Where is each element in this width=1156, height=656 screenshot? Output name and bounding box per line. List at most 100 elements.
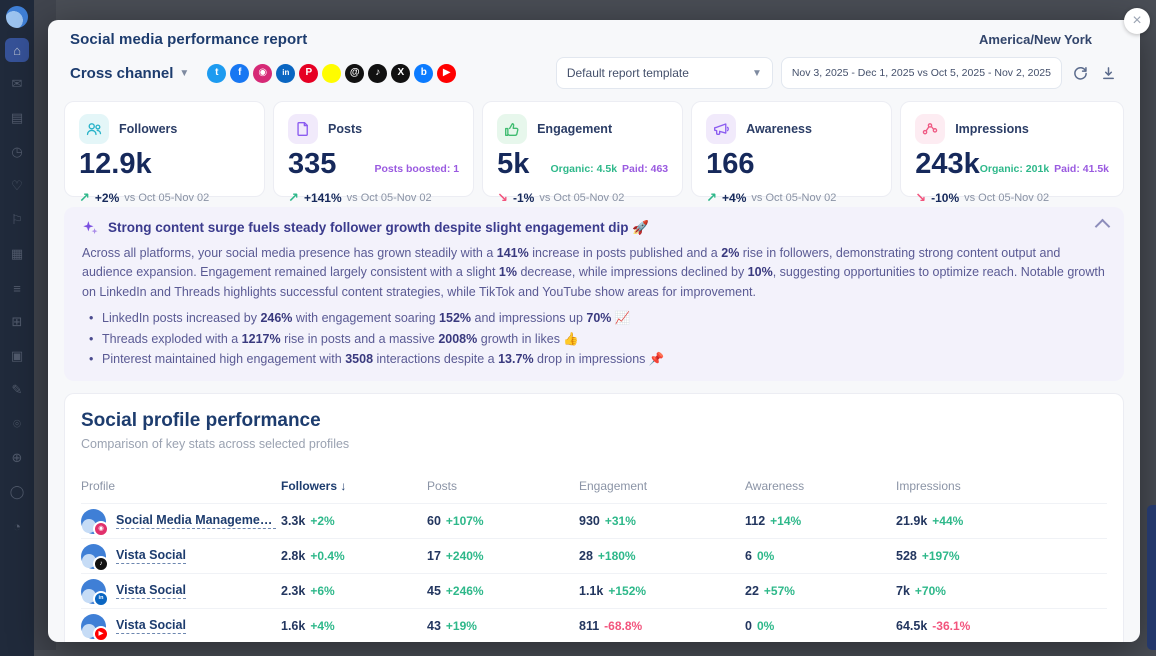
- refresh-icon[interactable]: [1070, 63, 1090, 83]
- column-header-awareness[interactable]: Awareness: [745, 479, 896, 493]
- column-header-posts[interactable]: Posts: [427, 479, 579, 493]
- sparkle-icon: [82, 219, 99, 236]
- sidebar-home-icon[interactable]: ⌂: [5, 38, 29, 62]
- table-row: ♪ Vista Social 2.8k+0.4% 17+240% 28+180%…: [81, 538, 1107, 573]
- sidebar-icon[interactable]: ⚐: [5, 208, 29, 232]
- metric-label: Impressions: [955, 122, 1029, 136]
- sidebar-icon[interactable]: ▦: [5, 242, 29, 266]
- app-logo: [6, 6, 28, 28]
- impressions-cell: 528+197%: [896, 549, 1107, 563]
- chevron-down-icon: ▼: [179, 68, 189, 79]
- youtube-badge-icon: ▶: [93, 626, 109, 642]
- close-icon[interactable]: ×: [1124, 8, 1150, 34]
- column-header-engagement[interactable]: Engagement: [579, 479, 745, 493]
- x-icon[interactable]: X: [391, 64, 410, 83]
- trend-arrow-icon: ↗: [706, 190, 717, 206]
- twitter-icon[interactable]: t: [207, 64, 226, 83]
- followers-cell: 3.3k+2%: [281, 514, 427, 528]
- organic-value: Organic: 201k: [980, 163, 1049, 175]
- metric-delta: +2%: [95, 191, 119, 205]
- pinterest-icon[interactable]: P: [299, 64, 318, 83]
- profile-avatar: ◉: [81, 509, 106, 534]
- ai-bullet: LinkedIn posts increased by 246% with en…: [102, 309, 1106, 328]
- metric-value: 243k: [915, 150, 980, 179]
- engagement-cell: 28+180%: [579, 549, 745, 563]
- compare-period: vs Oct 05-Nov 02: [964, 192, 1049, 204]
- engagement-icon: [497, 114, 527, 144]
- ai-bullet: Threads exploded with a 1217% rise in po…: [102, 330, 1106, 349]
- table-row: ▶ Vista Social 1.6k+4% 43+19% 811-68.8% …: [81, 608, 1107, 642]
- table-row: in Vista Social 2.3k+6% 45+246% 1.1k+152…: [81, 573, 1107, 608]
- toolbar-right: Default report template ▼ Nov 3, 2025 - …: [556, 57, 1118, 89]
- metric-label: Engagement: [537, 122, 612, 136]
- sidebar-icon[interactable]: ▣: [5, 344, 29, 368]
- metric-cards: Followers 12.9k ↗ +2% vs Oct 05-Nov 02 P…: [64, 101, 1124, 197]
- instagram-badge-icon: ◉: [93, 521, 109, 537]
- metric-card-engagement: Engagement 5k Organic: 4.5kPaid: 463 ↘ -…: [482, 101, 683, 197]
- metric-value: 335: [288, 150, 336, 179]
- sidebar-icon[interactable]: ◔: [5, 514, 29, 538]
- followers-icon: [79, 114, 109, 144]
- metric-label: Followers: [119, 122, 177, 136]
- threads-icon[interactable]: @: [345, 64, 364, 83]
- report-dialog: Social media performance report America/…: [48, 20, 1140, 642]
- sidebar-icon[interactable]: ✎: [5, 378, 29, 402]
- app-sidebar: ⌂ ✉ ▤ ◷ ♡ ⚐ ▦ ≡ ⊞ ▣ ✎ ⌾ ⊕ ◯ ◔: [0, 0, 34, 656]
- ai-bullet: Pinterest maintained high engagement wit…: [102, 350, 1106, 369]
- followers-cell: 1.6k+4%: [281, 619, 427, 633]
- snapchat-icon[interactable]: [322, 64, 341, 83]
- sidebar-icon[interactable]: ✉: [5, 72, 29, 96]
- column-header-followers[interactable]: Followers ↓: [281, 479, 427, 493]
- sidebar-icon[interactable]: ≡: [5, 276, 29, 300]
- report-toolbar: Cross channel ▼ tf◉inP @♪Xb▶ Default repo…: [48, 50, 1140, 101]
- impressions-cell: 21.9k+44%: [896, 514, 1107, 528]
- awareness-cell: 112+14%: [745, 514, 896, 528]
- scrollbar-thumb[interactable]: [1147, 505, 1156, 650]
- facebook-icon[interactable]: f: [230, 64, 249, 83]
- date-range-picker[interactable]: Nov 3, 2025 - Dec 1, 2025 vs Oct 5, 2025…: [781, 57, 1062, 89]
- sidebar-icon[interactable]: ◯: [5, 480, 29, 504]
- trend-arrow-icon: ↘: [497, 190, 508, 206]
- compare-period: vs Oct 05-Nov 02: [539, 192, 624, 204]
- ai-summary-panel: Strong content surge fuels steady follow…: [64, 207, 1124, 381]
- sidebar-icon[interactable]: ♡: [5, 174, 29, 198]
- linkedin-icon[interactable]: in: [276, 64, 295, 83]
- sort-desc-icon: ↓: [337, 479, 346, 493]
- trend-arrow-icon: ↗: [79, 190, 90, 206]
- profile-name-link[interactable]: Vista Social: [116, 583, 186, 599]
- metric-value: 166: [706, 150, 754, 179]
- sidebar-icon[interactable]: ⊕: [5, 446, 29, 470]
- network-icon-list: tf◉inP @♪Xb▶: [207, 64, 456, 83]
- profile-avatar: in: [81, 579, 106, 604]
- table-body: ◉ Social Media Management Tool for Agenc…: [81, 503, 1107, 642]
- youtube-icon[interactable]: ▶: [437, 64, 456, 83]
- column-header-profile[interactable]: Profile: [81, 479, 281, 493]
- date-range-value: Nov 3, 2025 - Dec 1, 2025 vs Oct 5, 2025…: [792, 67, 1051, 79]
- tiktok-icon[interactable]: ♪: [368, 64, 387, 83]
- profile-name-link[interactable]: Vista Social: [116, 618, 186, 634]
- sidebar-icon[interactable]: ⊞: [5, 310, 29, 334]
- awareness-cell: 60%: [745, 549, 896, 563]
- metric-label: Awareness: [746, 122, 812, 136]
- channel-dropdown[interactable]: Cross channel ▼: [70, 65, 189, 82]
- page-title: Social media performance report: [70, 31, 307, 48]
- report-template-select[interactable]: Default report template ▼: [556, 57, 773, 89]
- download-icon[interactable]: [1098, 63, 1118, 83]
- sidebar-icon[interactable]: ◷: [5, 140, 29, 164]
- instagram-icon[interactable]: ◉: [253, 64, 272, 83]
- profile-avatar: ♪: [81, 544, 106, 569]
- profile-name-link[interactable]: Social Media Management Tool for Agencie…: [116, 513, 276, 529]
- bluesky-icon[interactable]: b: [414, 64, 433, 83]
- column-header-impressions[interactable]: Impressions: [896, 479, 1107, 493]
- boosted-note: Posts boosted: 1: [374, 163, 459, 179]
- sidebar-icon[interactable]: ▤: [5, 106, 29, 130]
- profile-performance-section: Social profile performance Comparison of…: [64, 393, 1124, 642]
- profile-name-link[interactable]: Vista Social: [116, 548, 186, 564]
- section-title: Social profile performance: [81, 410, 1107, 432]
- organic-paid-split: Organic: 4.5kPaid: 463: [551, 163, 669, 179]
- metric-card-followers: Followers 12.9k ↗ +2% vs Oct 05-Nov 02: [64, 101, 265, 197]
- impressions-cell: 7k+70%: [896, 584, 1107, 598]
- followers-cell: 2.8k+0.4%: [281, 549, 427, 563]
- metric-delta: +4%: [722, 191, 746, 205]
- sidebar-icon[interactable]: ⌾: [5, 412, 29, 436]
